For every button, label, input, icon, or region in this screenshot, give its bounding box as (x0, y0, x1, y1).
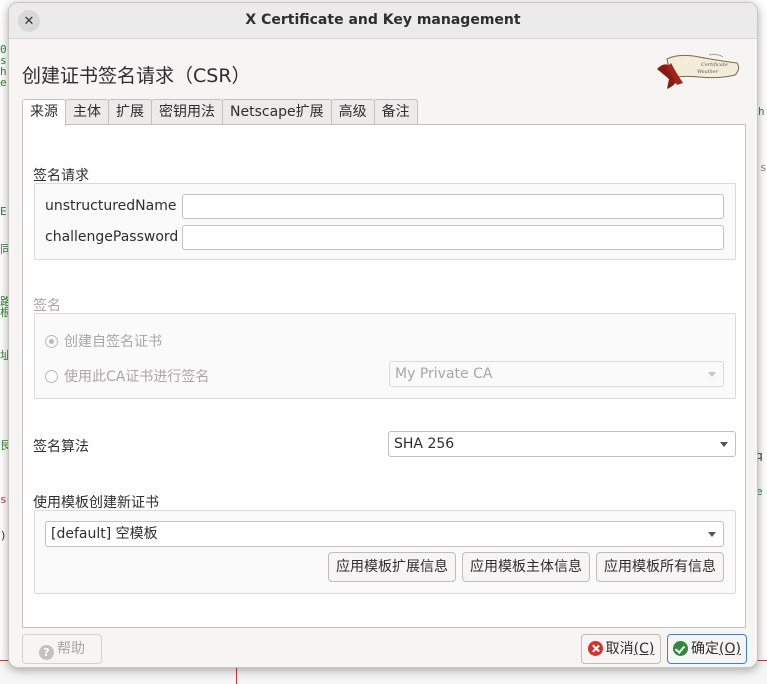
tab-subject[interactable]: 主体 (65, 99, 109, 125)
apply-all-button[interactable]: 应用模板所有信息 (596, 552, 724, 582)
template-select[interactable]: [default] 空模板 (45, 521, 724, 547)
apply-extensions-button[interactable]: 应用模板扩展信息 (328, 552, 456, 582)
check-icon (673, 641, 689, 656)
tab-source[interactable]: 来源 (22, 99, 66, 126)
unstructured-name-label: unstructuredName (45, 198, 177, 214)
cancel-button[interactable]: 取消(C) (581, 634, 661, 664)
template-value: [default] 空模板 (51, 526, 158, 542)
algorithm-value: SHA 256 (394, 436, 455, 452)
cancel-shortcut: (C) (633, 641, 655, 657)
chevron-down-icon (708, 372, 716, 377)
tab-comment[interactable]: 备注 (373, 99, 418, 125)
chevron-down-icon (708, 532, 716, 537)
template-heading: 使用模板创建新证书 (33, 495, 159, 511)
signing-heading: 签名 (33, 298, 61, 314)
xca-scroll-logo-icon: Certificate Weather (657, 53, 740, 89)
bg-text: ) (0, 529, 7, 542)
window-title: X Certificate and Key management (245, 12, 521, 28)
bg-text: s (760, 161, 767, 174)
algorithm-select[interactable]: SHA 256 (388, 431, 736, 457)
radio-unchecked-icon (45, 369, 58, 383)
algorithm-label: 签名算法 (33, 439, 89, 455)
self-signed-label: 创建自签名证书 (64, 334, 162, 350)
bg-text: E (0, 205, 7, 218)
unstructured-name-input[interactable] (182, 194, 724, 219)
challenge-password-label: challengePassword (45, 229, 179, 245)
bg-text: h (758, 105, 765, 118)
chevron-down-icon (720, 442, 728, 447)
help-button[interactable]: ? 帮助 (22, 634, 102, 664)
source-tab-panel: 签名请求 unstructuredName challengePassword … (22, 124, 746, 628)
ca-select-value: My Private CA (395, 366, 493, 382)
use-ca-label: 使用此CA证书进行签名 (64, 369, 210, 385)
template-group: [default] 空模板 应用模板扩展信息 应用模板主体信息 应用模板所有信息 (34, 510, 736, 594)
page-title: 创建证书签名请求（CSR） (22, 65, 251, 87)
sign-request-group: unstructuredName challengePassword (34, 183, 736, 260)
svg-text:Weather: Weather (697, 69, 719, 75)
cancel-icon (587, 641, 603, 656)
ca-select[interactable]: My Private CA (389, 361, 724, 387)
tab-advanced[interactable]: 高级 (330, 99, 375, 125)
help-icon: ? (39, 645, 54, 660)
challenge-password-input[interactable] (182, 225, 724, 250)
cancel-label: 取消 (605, 641, 634, 657)
svg-text:Certificate: Certificate (701, 62, 728, 68)
help-label: 帮助 (57, 641, 85, 657)
tab-netscape[interactable]: Netscape扩展 (222, 99, 332, 125)
apply-subject-button[interactable]: 应用模板主体信息 (462, 552, 590, 582)
bg-text: 0she (0, 43, 7, 89)
ok-shortcut: (O) (719, 641, 741, 657)
self-signed-radio[interactable]: 创建自签名证书 (45, 331, 162, 351)
use-ca-radio[interactable]: 使用此CA证书进行签名 (45, 366, 209, 386)
tab-extensions[interactable]: 扩展 (108, 99, 152, 125)
tab-key-usage[interactable]: 密钥用法 (151, 99, 223, 125)
sign-request-heading: 签名请求 (33, 168, 89, 184)
ok-button[interactable]: 确定(O) (667, 634, 747, 664)
ok-label: 确定 (691, 641, 720, 657)
radio-checked-icon (45, 334, 58, 348)
csr-dialog: ✕ X Certificate and Key management 创建证书签… (8, 2, 758, 668)
tab-bar: 来源 主体 扩展 密钥用法 Netscape扩展 高级 备注 (22, 99, 418, 126)
title-bar: ✕ X Certificate and Key management (9, 3, 757, 39)
signing-group: 创建自签名证书 使用此CA证书进行签名 My Private CA (34, 313, 736, 399)
